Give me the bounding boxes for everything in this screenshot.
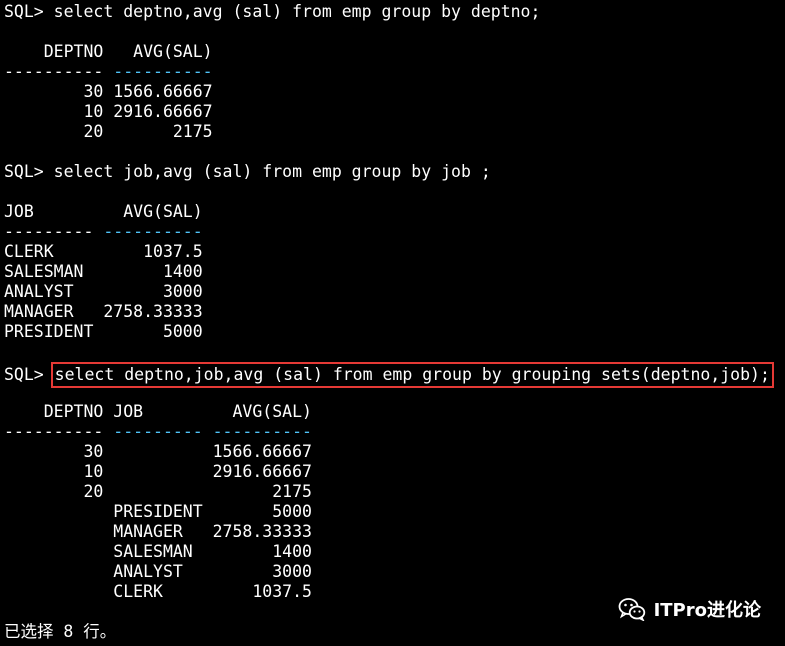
separator-segment: ---------- (4, 62, 104, 81)
separator-segment: ---------- (93, 222, 203, 241)
separator-segment: ---------- (4, 422, 104, 441)
separator-segment: --------- ---------- (103, 422, 312, 441)
wechat-icon (618, 597, 646, 622)
separator-segment: ---------- (103, 62, 213, 81)
result-separator: --------- ---------- (4, 222, 203, 242)
sql-command: select job,avg (sal) from emp group by j… (53, 162, 491, 181)
result-row: ANALYST 3000 (4, 282, 203, 301)
sql-prompt: SQL> (4, 2, 54, 21)
result-row: SALESMAN 1400 (4, 262, 203, 281)
result-row: 30 1566.66667 (4, 442, 312, 461)
result-separator: ---------- --------- ---------- (4, 422, 312, 442)
terminal-output[interactable]: SQL> select deptno,avg (sal) from emp gr… (4, 0, 785, 646)
result-row: 20 2175 (4, 122, 213, 141)
watermark: ITPro进化论 (618, 596, 761, 622)
rows-selected-message: 已选择 8 行。 (4, 622, 117, 641)
command-line-1: SQL> select deptno,avg (sal) from emp gr… (4, 2, 540, 22)
sql-prompt: SQL> (4, 365, 54, 384)
result-separator: ---------- ---------- (4, 62, 213, 82)
result-header: DEPTNO AVG(SAL) (4, 42, 213, 61)
command-line-2: SQL> select job,avg (sal) from emp group… (4, 162, 491, 182)
sql-command: select deptno,avg (sal) from emp group b… (53, 2, 541, 21)
result-row: CLERK 1037.5 (4, 582, 312, 601)
sql-command: select deptno,job,avg (sal) from emp gro… (54, 365, 770, 384)
command-line-3: SQL> select deptno,job,avg (sal) from em… (4, 362, 774, 388)
result-row: PRESIDENT 5000 (4, 322, 203, 341)
result-row: 10 2916.66667 (4, 102, 213, 121)
result-row: PRESIDENT 5000 (4, 502, 312, 521)
watermark-text: ITPro进化论 (653, 600, 761, 621)
result-row: 10 2916.66667 (4, 462, 312, 481)
result-header: DEPTNO JOB AVG(SAL) (4, 402, 312, 421)
sql-prompt: SQL> (4, 162, 54, 181)
highlighted-command: select deptno,job,avg (sal) from emp gro… (50, 362, 774, 388)
separator-segment: --------- (4, 222, 94, 241)
result-row: ANALYST 3000 (4, 562, 312, 581)
result-header: JOB AVG(SAL) (4, 202, 203, 221)
result-row: MANAGER 2758.33333 (4, 302, 203, 321)
result-row: SALESMAN 1400 (4, 542, 312, 561)
result-row: 20 2175 (4, 482, 312, 501)
result-row: 30 1566.66667 (4, 82, 213, 101)
result-row: MANAGER 2758.33333 (4, 522, 312, 541)
result-row: CLERK 1037.5 (4, 242, 203, 261)
